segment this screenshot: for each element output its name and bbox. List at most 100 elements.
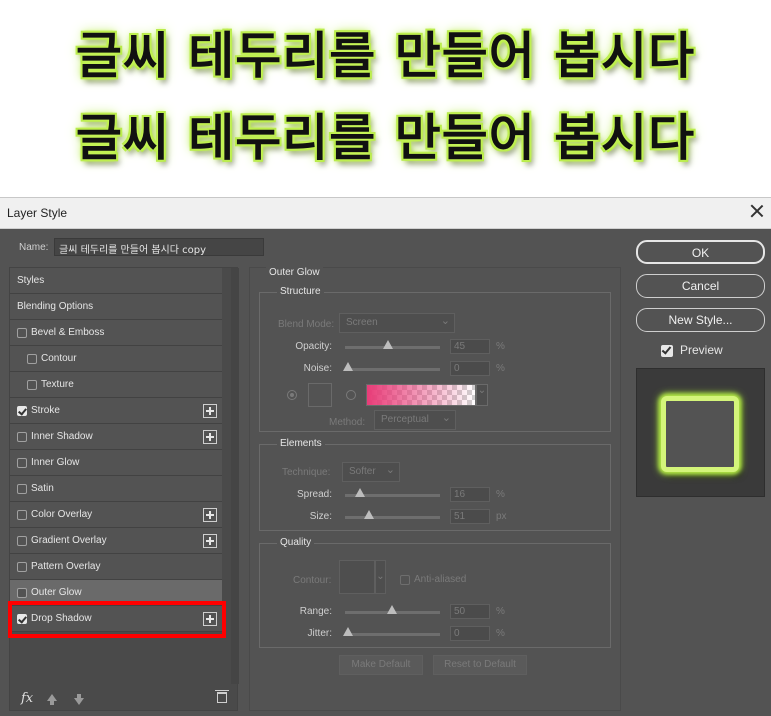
size-unit: px (496, 511, 507, 522)
size-input[interactable]: 51 (450, 509, 490, 524)
contour-checkbox[interactable] (27, 354, 37, 364)
style-item-satin[interactable]: Satin (10, 476, 222, 502)
gradient-dropdown-chevron-icon[interactable]: ⌄ (476, 384, 488, 406)
contour-label: Contour: (293, 575, 332, 586)
blend-mode-label: Blend Mode: (278, 319, 335, 330)
style-item-color-overlay[interactable]: Color Overlay (10, 502, 222, 528)
style-item-label: Satin (31, 483, 54, 494)
name-label: Name: (19, 242, 49, 253)
spread-slider[interactable] (345, 488, 440, 497)
add-stroke-plus-icon[interactable] (203, 404, 217, 418)
inner-glow-checkbox[interactable] (17, 458, 27, 468)
style-item-bevel-emboss[interactable]: Bevel & Emboss (10, 320, 222, 346)
style-preview-thumbnail (636, 368, 765, 497)
jitter-input[interactable]: 0 (450, 626, 490, 641)
size-slider-thumb[interactable] (364, 510, 374, 519)
fx-icon[interactable]: fx (21, 691, 33, 706)
banner: 글씨 테두리를 만들어 봅시다 글씨 테두리를 만들어 봅시다 (0, 0, 771, 196)
style-item-blending-options[interactable]: Blending Options (10, 294, 222, 320)
anti-aliased-checkbox[interactable] (400, 575, 410, 585)
style-item-inner-shadow[interactable]: Inner Shadow (10, 424, 222, 450)
satin-checkbox[interactable] (17, 484, 27, 494)
move-up-icon[interactable] (47, 694, 57, 705)
style-item-label: Stroke (31, 405, 60, 416)
preview-label: Preview (680, 343, 723, 357)
contour-dropdown-chevron-icon[interactable]: ⌄ (375, 560, 386, 594)
technique-select[interactable]: Softer (342, 462, 400, 482)
trash-icon[interactable] (215, 690, 229, 703)
elements-group: Elements Technique: Softer Spread: 16 % … (259, 438, 611, 531)
range-slider-thumb[interactable] (387, 605, 397, 614)
style-item-gradient-overlay[interactable]: Gradient Overlay (10, 528, 222, 554)
opacity-slider-thumb[interactable] (383, 340, 393, 349)
jitter-label: Jitter: (307, 628, 332, 639)
method-label: Method: (329, 417, 366, 428)
noise-input[interactable]: 0 (450, 361, 490, 376)
size-slider[interactable] (345, 510, 440, 519)
structure-group: Structure Blend Mode: Screen Opacity: 45… (259, 286, 611, 432)
style-item-contour[interactable]: Contour (10, 346, 222, 372)
style-item-pattern-overlay[interactable]: Pattern Overlay (10, 554, 222, 580)
stroke-checkbox[interactable] (17, 406, 27, 416)
gradient-overlay-checkbox[interactable] (17, 536, 27, 546)
close-icon[interactable] (749, 203, 765, 219)
style-item-texture[interactable]: Texture (10, 372, 222, 398)
gradient-radio[interactable] (346, 390, 356, 400)
spread-input[interactable]: 16 (450, 487, 490, 502)
range-label: Range: (299, 606, 332, 617)
opacity-input[interactable]: 45 (450, 339, 490, 354)
preview-square (661, 396, 739, 472)
noise-unit: % (496, 363, 505, 374)
range-input[interactable]: 50 (450, 604, 490, 619)
pattern-overlay-checkbox[interactable] (17, 562, 27, 572)
opacity-label: Opacity: (295, 341, 332, 352)
quality-legend: Quality (277, 537, 315, 548)
add-inner-shadow-plus-icon[interactable] (203, 430, 217, 444)
contour-preview[interactable] (339, 560, 375, 594)
anti-aliased-label: Anti-aliased (414, 574, 467, 585)
style-item-stroke[interactable]: Stroke (10, 398, 222, 424)
glow-gradient-preview[interactable] (366, 384, 476, 406)
structure-legend: Structure (277, 286, 324, 297)
range-slider[interactable] (345, 605, 440, 614)
cancel-button[interactable]: Cancel (636, 274, 765, 298)
name-input[interactable]: 글씨 테두리를 만들어 봅시다 copy (54, 238, 264, 256)
reset-to-default-button[interactable]: Reset to Default (433, 655, 527, 675)
blend-mode-select[interactable]: Screen (339, 313, 455, 333)
noise-slider-thumb[interactable] (343, 362, 353, 371)
noise-slider[interactable] (343, 362, 440, 371)
style-list-scrollbar[interactable] (231, 268, 239, 684)
dialog-titlebar: Layer Style (0, 198, 771, 229)
drop-shadow-highlight-frame (8, 601, 226, 638)
quality-group: Quality Contour: ⌄ Anti-aliased Range: 5… (259, 537, 611, 648)
move-down-icon[interactable] (74, 694, 84, 705)
new-style-button[interactable]: New Style... (636, 308, 765, 332)
add-gradient-overlay-plus-icon[interactable] (203, 534, 217, 548)
bevel-emboss-checkbox[interactable] (17, 328, 27, 338)
spread-label: Spread: (296, 489, 332, 500)
jitter-slider[interactable] (343, 627, 440, 636)
style-item-label: Bevel & Emboss (31, 327, 105, 338)
style-item-label: Contour (41, 353, 77, 364)
banner-text-line-1: 글씨 테두리를 만들어 봅시다 (75, 27, 696, 85)
jitter-slider-thumb[interactable] (343, 627, 353, 636)
solid-color-radio[interactable] (287, 390, 297, 400)
glow-color-swatch[interactable] (308, 383, 332, 407)
style-item-label: Styles (17, 275, 45, 286)
opacity-slider[interactable] (345, 340, 440, 349)
spread-slider-thumb[interactable] (355, 488, 365, 497)
ok-button[interactable]: OK (636, 240, 765, 264)
range-unit: % (496, 606, 505, 617)
style-item-styles[interactable]: Styles (10, 268, 222, 294)
style-item-label: Outer Glow (31, 587, 82, 598)
inner-shadow-checkbox[interactable] (17, 432, 27, 442)
preview-checkbox[interactable] (661, 345, 673, 357)
outer-glow-checkbox[interactable] (17, 588, 27, 598)
method-select[interactable]: Perceptual (374, 410, 456, 430)
add-color-overlay-plus-icon[interactable] (203, 508, 217, 522)
texture-checkbox[interactable] (27, 380, 37, 390)
make-default-button[interactable]: Make Default (339, 655, 423, 675)
outer-glow-title: Outer Glow (266, 267, 323, 278)
color-overlay-checkbox[interactable] (17, 510, 27, 520)
style-item-inner-glow[interactable]: Inner Glow (10, 450, 222, 476)
